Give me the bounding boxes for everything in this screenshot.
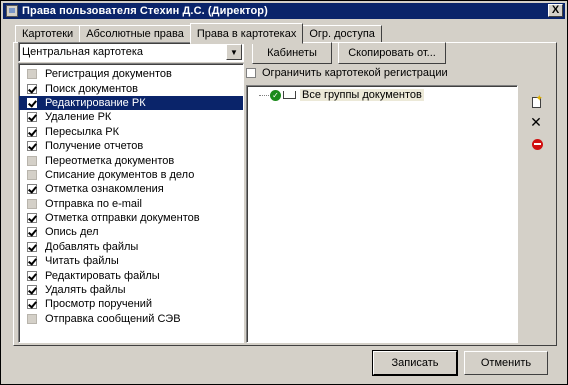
right-checkbox[interactable] [27,155,37,166]
right-label: Отметка отправки документов [45,212,200,225]
restrict-checkbox[interactable]: Ограничить картотекой регистрации [246,67,448,79]
right-label: Регистрация документов [45,68,172,81]
right-checkbox[interactable] [27,213,37,224]
rights-list-item[interactable]: Пересылка РК [19,125,243,139]
right-label: Переотметка документов [45,154,175,167]
rights-list-item[interactable]: Удаление РК [19,110,243,124]
right-label: Отправка сообщений СЭВ [45,312,181,325]
cut-icon[interactable]: ✕ [529,114,543,130]
title-bar[interactable]: Права пользователя Стехин Д.С. (Директор… [3,3,565,19]
rights-list-item[interactable]: Редактирование РК [19,95,243,111]
right-checkbox[interactable] [27,227,37,238]
rights-list-item[interactable]: Читать файлы [19,254,243,268]
cabinets-button[interactable]: Кабинеты [252,42,332,64]
document-groups-tree[interactable]: ✓ Все группы документов [246,85,518,343]
rights-list-item[interactable]: Отметка отправки документов [19,211,243,225]
right-label: Отметка ознакомления [45,183,164,196]
rights-list-item[interactable]: Опись дел [19,225,243,239]
delete-icon[interactable] [530,137,544,151]
rights-list-item[interactable]: Просмотр поручений [19,297,243,311]
rights-list-item[interactable]: Переотметка документов [19,153,243,167]
right-checkbox[interactable] [27,313,37,324]
copy-from-button[interactable]: Скопировать от... [338,42,446,64]
app-icon [6,5,18,17]
right-label: Опись дел [45,226,99,239]
right-label: Удалять файлы [45,284,126,297]
right-label: Списание документов в дело [45,168,195,181]
right-label: Читать файлы [45,255,119,268]
right-checkbox[interactable] [27,241,37,252]
window-title: Права пользователя Стехин Д.С. (Директор… [22,5,268,17]
right-label: Поиск документов [45,82,139,95]
tab-strip: Картотеки Абсолютные права Права в карто… [15,23,382,44]
rights-list-item[interactable]: Добавлять файлы [19,240,243,254]
card-select[interactable]: Центральная картотека ▼ [18,42,244,62]
right-checkbox[interactable] [27,270,37,281]
right-checkbox[interactable] [27,141,37,152]
right-checkbox[interactable] [27,83,37,94]
cancel-button[interactable]: Отменить [464,351,548,375]
right-checkbox[interactable] [27,299,37,310]
rights-list-item[interactable]: Получение отчетов [19,139,243,153]
save-button[interactable]: Записать [372,350,458,376]
tab-access-restrictions[interactable]: Огр. доступа [302,25,382,43]
right-label: Редактирование РК [45,96,146,109]
checkmark-circle-icon: ✓ [270,89,281,101]
restrict-checkbox-label: Ограничить картотекой регистрации [262,67,448,79]
rights-list-item[interactable]: Поиск документов [19,81,243,95]
rights-list-item[interactable]: Удалять файлы [19,283,243,297]
rights-list[interactable]: Регистрация документов Поиск документов Ре… [18,63,244,343]
tab-card-rights[interactable]: Права в картотеках [189,23,304,44]
restrict-checkbox-box[interactable] [246,68,256,78]
right-checkbox[interactable] [27,126,37,137]
right-checkbox[interactable] [27,97,37,108]
right-label: Получение отчетов [45,140,144,153]
right-checkbox[interactable] [27,184,37,195]
right-checkbox[interactable] [27,256,37,267]
rights-list-item[interactable]: Списание документов в дело [19,168,243,182]
tree-connector [259,94,269,96]
tree-node-label: Все группы документов [300,89,424,101]
right-label: Просмотр поручений [45,298,153,311]
book-icon [283,91,296,99]
chevron-down-icon[interactable]: ▼ [226,44,242,60]
right-label: Отправка по e-mail [45,197,142,210]
close-button[interactable]: X [548,4,563,17]
rights-list-item[interactable]: Регистрация документов [19,67,243,81]
right-label: Редактировать файлы [45,269,160,282]
new-document-icon[interactable]: ✦ [529,93,543,109]
sparkle-icon: ✦ [535,93,543,103]
right-label: Удаление РК [45,111,112,124]
card-select-value: Центральная картотека [22,46,143,58]
minus-circle-icon [531,138,543,150]
rights-list-item[interactable]: Отметка ознакомления [19,182,243,196]
right-label: Пересылка РК [45,125,120,138]
rights-list-item[interactable]: Отправка по e-mail [19,197,243,211]
rights-list-item[interactable]: Редактировать файлы [19,268,243,282]
right-checkbox[interactable] [27,112,37,123]
right-checkbox[interactable] [27,198,37,209]
right-checkbox[interactable] [27,285,37,296]
right-label: Добавлять файлы [45,240,139,253]
rights-list-item[interactable]: Отправка сообщений СЭВ [19,312,243,326]
right-checkbox[interactable] [27,69,37,80]
user-rights-dialog: Права пользователя Стехин Д.С. (Директор… [0,0,568,385]
tree-node-all-groups[interactable]: ✓ Все группы документов [259,89,424,101]
right-checkbox[interactable] [27,169,37,180]
tab-cards[interactable]: Картотеки [15,25,81,43]
tab-absolute-rights[interactable]: Абсолютные права [79,25,191,43]
